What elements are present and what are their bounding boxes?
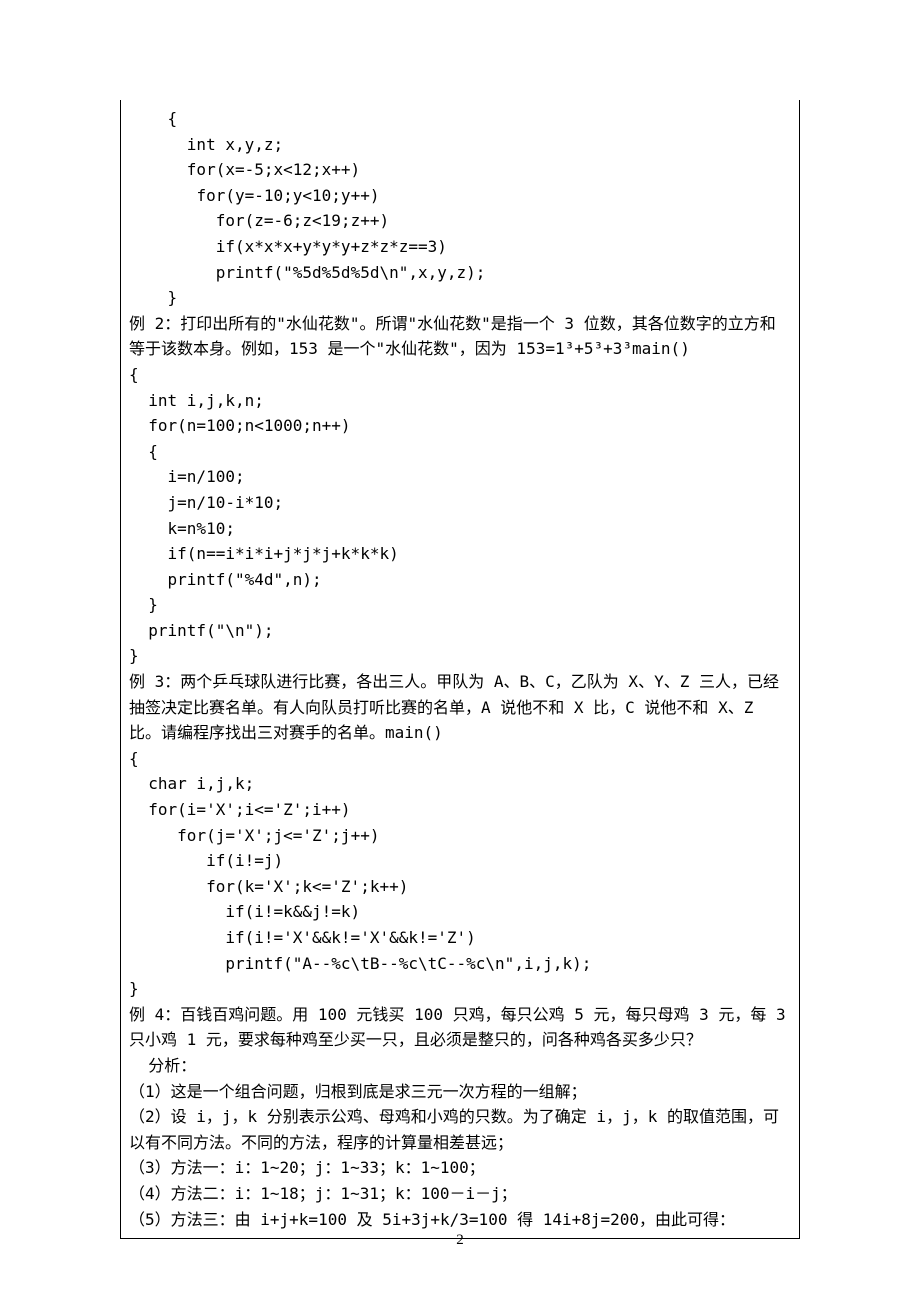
text-line: （2）设 i，j，k 分别表示公鸡、母鸡和小鸡的只数。为了确定 i，j，k 的取… — [129, 1104, 791, 1155]
content-box: { int x,y,z; for(x=-5;x<12;x++) for(y=-1… — [120, 100, 800, 1239]
text-line: 例 3：两个乒乓球队进行比赛，各出三人。甲队为 A、B、C，乙队为 X、Y、Z … — [129, 669, 791, 746]
code-line: printf("\n"); — [129, 618, 791, 644]
code-line: if(i!='X'&&k!='X'&&k!='Z') — [129, 925, 791, 951]
code-line: for(i='X';i<='Z';i++) — [129, 797, 791, 823]
text-line: （1）这是一个组合问题，归根到底是求三元一次方程的一组解； — [129, 1079, 791, 1105]
code-line: printf("%4d",n); — [129, 567, 791, 593]
code-line: { — [129, 362, 791, 388]
page-container: { int x,y,z; for(x=-5;x<12;x++) for(y=-1… — [0, 0, 920, 1302]
text-line: 例 2：打印出所有的"水仙花数"。所谓"水仙花数"是指一个 3 位数，其各位数字… — [129, 311, 791, 362]
code-line: printf("A--%c\tB--%c\tC--%c\n",i,j,k); — [129, 951, 791, 977]
code-line: } — [129, 592, 791, 618]
code-line: } — [129, 285, 791, 311]
page-number: 2 — [0, 1228, 920, 1252]
code-line: if(i!=k&&j!=k) — [129, 899, 791, 925]
code-line: int i,j,k,n; — [129, 388, 791, 414]
code-line: i=n/100; — [129, 464, 791, 490]
code-line: k=n%10; — [129, 516, 791, 542]
code-line: if(n==i*i*i+j*j*j+k*k*k) — [129, 541, 791, 567]
text-line: 例 4：百钱百鸡问题。用 100 元钱买 100 只鸡，每只公鸡 5 元，每只母… — [129, 1002, 791, 1053]
code-line: j=n/10-i*10; — [129, 490, 791, 516]
code-line: { — [129, 106, 791, 132]
code-line: for(x=-5;x<12;x++) — [129, 157, 791, 183]
code-line: for(y=-10;y<10;y++) — [129, 183, 791, 209]
code-line: for(k='X';k<='Z';k++) — [129, 874, 791, 900]
code-line: int x,y,z; — [129, 132, 791, 158]
code-line: if(i!=j) — [129, 848, 791, 874]
code-line: for(j='X';j<='Z';j++) — [129, 823, 791, 849]
text-line: （3）方法一：i：1~20；j：1~33；k：1~100； — [129, 1155, 791, 1181]
text-line: 分析： — [129, 1053, 791, 1079]
text-line: （4）方法二：i：1~18；j：1~31；k：100－i－j； — [129, 1181, 791, 1207]
code-line: for(n=100;n<1000;n++) — [129, 413, 791, 439]
code-line: { — [129, 439, 791, 465]
code-line: } — [129, 643, 791, 669]
code-line: printf("%5d%5d%5d\n",x,y,z); — [129, 260, 791, 286]
code-line: char i,j,k; — [129, 771, 791, 797]
code-line: } — [129, 976, 791, 1002]
code-line: for(z=-6;z<19;z++) — [129, 208, 791, 234]
code-line: { — [129, 746, 791, 772]
code-line: if(x*x*x+y*y*y+z*z*z==3) — [129, 234, 791, 260]
